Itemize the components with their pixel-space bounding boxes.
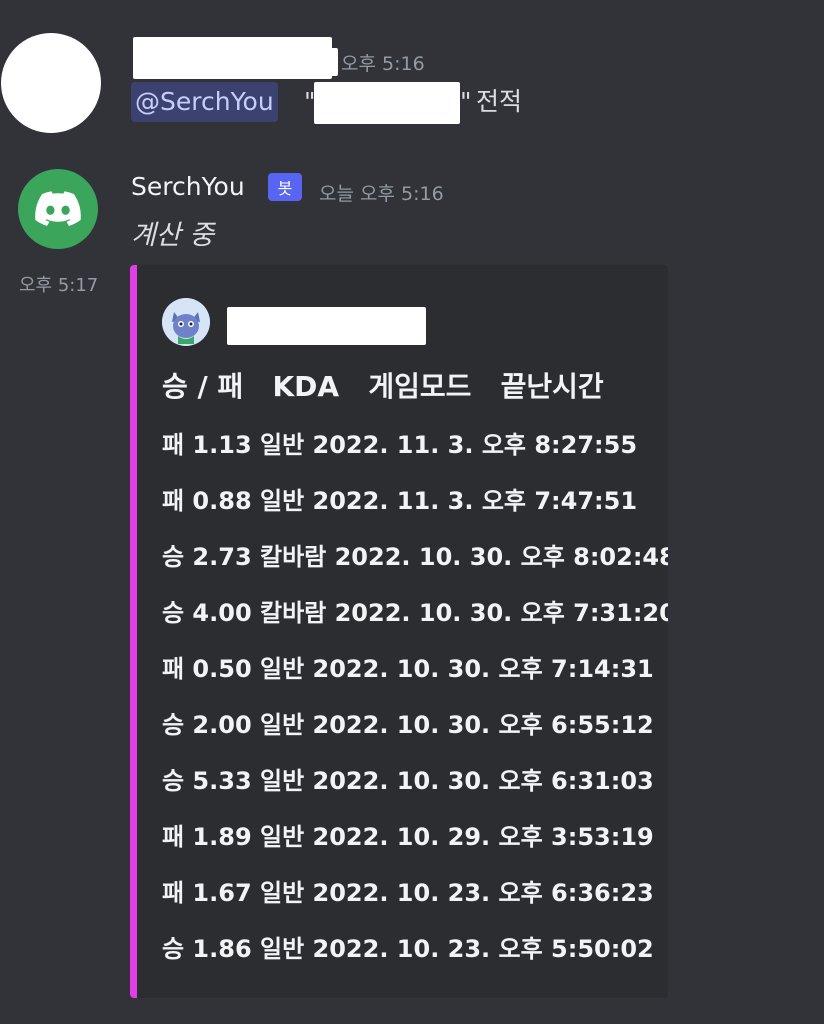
match-row: 패 0.88 일반 2022. 11. 3. 오후 7:47:51	[162, 487, 638, 515]
discord-logo-icon	[35, 191, 81, 226]
match-row: 패 0.50 일반 2022. 10. 30. 오후 7:14:31	[162, 655, 654, 683]
redacted-embed-author	[227, 307, 426, 345]
embed-accent-bar	[130, 265, 137, 998]
match-row: 승 2.73 칼바람 2022. 10. 30. 오후 8:02:48	[162, 543, 668, 571]
match-row: 패 1.67 일반 2022. 10. 23. 오후 6:36:23	[162, 879, 654, 907]
message-timestamp: 오후 5:16	[341, 53, 425, 75]
match-row: 승 1.86 일반 2022. 10. 23. 오후 5:50:02	[162, 935, 654, 963]
command-text: 전적	[476, 87, 523, 116]
bot-mention[interactable]: @SerchYou	[131, 82, 278, 122]
redacted-summoner-name	[314, 82, 460, 124]
hover-timestamp: 오후 5:17	[19, 275, 99, 296]
message-timestamp: 오늘 오후 5:16	[319, 183, 444, 205]
quote-close: "	[460, 87, 472, 116]
bot-username[interactable]: SerchYou	[131, 172, 245, 201]
user-avatar[interactable]	[1, 33, 101, 133]
redacted-username	[133, 37, 332, 79]
redacted-date	[316, 48, 338, 76]
match-row: 패 1.89 일반 2022. 10. 29. 오후 3:53:19	[162, 823, 654, 851]
match-row: 승 4.00 칼바람 2022. 10. 30. 오후 7:31:20	[162, 599, 668, 627]
bot-badge: 봇	[268, 173, 302, 201]
message-text: 계산 중	[131, 220, 215, 251]
embed-column-headers: 승 / 패 KDA 게임모드 끝난시간	[162, 370, 604, 403]
match-row: 패 1.13 일반 2022. 11. 3. 오후 8:27:55	[162, 431, 638, 459]
match-history-embed: 승 / 패 KDA 게임모드 끝난시간 패 1.13 일반 2022. 11. …	[130, 265, 668, 998]
match-row: 승 2.00 일반 2022. 10. 30. 오후 6:55:12	[162, 711, 654, 739]
match-row: 승 5.33 일반 2022. 10. 30. 오후 6:31:03	[162, 767, 654, 795]
cat-profile-icon	[162, 298, 210, 346]
bot-avatar[interactable]	[18, 169, 98, 249]
